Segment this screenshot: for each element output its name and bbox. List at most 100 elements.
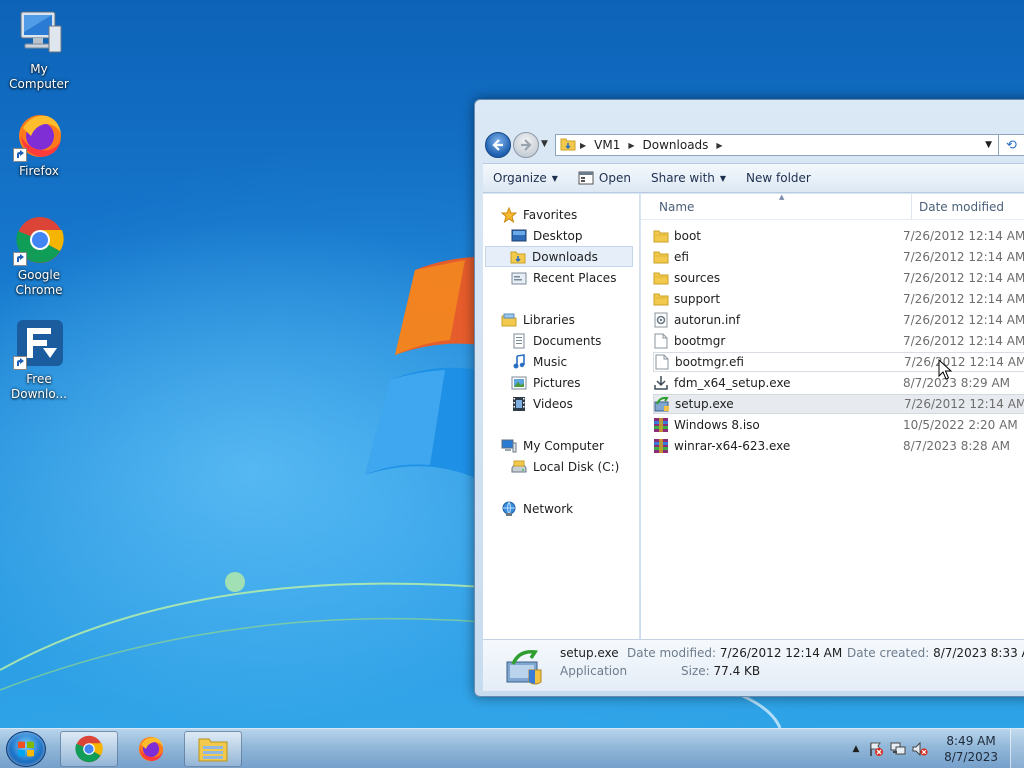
- file-row-fdm-x64-setup-exe[interactable]: fdm_x64_setup.exe 8/7/2023 8:29 AM: [653, 373, 1024, 393]
- system-tray: ▲ 8:49 AM 8/7/2023: [834, 729, 1024, 768]
- file-date: 7/26/2012 12:14 AM: [904, 397, 1024, 411]
- firefox-icon: [138, 736, 164, 762]
- desktop-icon-label: Google Chrome: [15, 268, 63, 297]
- folder-icon: [653, 249, 669, 265]
- breadcrumb-downloads[interactable]: Downloads: [639, 138, 713, 152]
- file-name: support: [674, 292, 721, 306]
- details-pane: setup.exe Application Date modified: 7/2…: [483, 639, 1024, 691]
- chevron-down-icon: ▼: [719, 173, 727, 183]
- chrome-icon: [75, 735, 103, 763]
- file-row-boot[interactable]: boot 7/26/2012 12:14 AM: [653, 226, 1024, 246]
- file-date: 7/26/2012 12:14 AM: [903, 229, 1024, 243]
- network-icon: [501, 501, 517, 517]
- shortcut-arrow-icon: [13, 148, 27, 162]
- nav-item-label: Libraries: [523, 312, 575, 327]
- nav-item-my-computer[interactable]: My Computer: [501, 435, 657, 456]
- nav-item-label: Local Disk (C:): [533, 459, 620, 474]
- nav-item-label: Downloads: [532, 249, 598, 264]
- file-date: 10/5/2022 2:20 AM: [903, 418, 1018, 432]
- file-icon: [653, 333, 669, 349]
- file-name: bootmgr: [674, 334, 726, 348]
- chevron-down-icon: ▼: [551, 173, 558, 183]
- setup-large-icon: [506, 650, 542, 685]
- refresh-icon: ⟲: [1006, 137, 1017, 153]
- nav-item-label: Network: [523, 501, 574, 516]
- organize-button[interactable]: Organize ▼: [483, 165, 568, 191]
- show-hidden-icons-button[interactable]: ▲: [848, 741, 864, 757]
- desktop-icon-label: Firefox: [19, 164, 59, 178]
- volume-muted-icon[interactable]: [912, 741, 928, 757]
- installer-icon: [653, 375, 669, 391]
- file-date: 7/26/2012 12:14 AM: [903, 313, 1024, 327]
- chrome-icon: [13, 214, 65, 266]
- desktop-icon-free-download-manager[interactable]: Free Downlo...: [1, 318, 77, 402]
- taskbar-clock[interactable]: 8:49 AM 8/7/2023: [944, 733, 998, 765]
- address-bar[interactable]: ▶ VM1 ▶ Downloads ▶ ▼: [555, 134, 999, 156]
- show-desktop-button[interactable]: [1010, 729, 1024, 768]
- file-row-autorun-inf[interactable]: autorun.inf 7/26/2012 12:14 AM: [653, 310, 1024, 330]
- taskbar: ▲ 8:49 AM 8/7/2023: [0, 728, 1024, 768]
- refresh-button[interactable]: ⟲: [999, 134, 1024, 156]
- file-row-winrar-x64-623-exe[interactable]: winrar-x64-623.exe 8/7/2023 8:28 AM: [653, 436, 1024, 456]
- file-row-sources[interactable]: sources 7/26/2012 12:14 AM: [653, 268, 1024, 288]
- file-row-windows-8-iso[interactable]: Windows 8.iso 10/5/2022 2:20 AM: [653, 415, 1024, 435]
- file-row-support[interactable]: support 7/26/2012 12:14 AM: [653, 289, 1024, 309]
- desktop-icon-my-computer[interactable]: My Computer: [1, 8, 77, 92]
- settings-file-icon: [653, 312, 669, 328]
- computer-icon: [13, 8, 65, 60]
- breadcrumb-separator-icon: ▶: [716, 140, 723, 150]
- network-status-icon[interactable]: [890, 741, 906, 757]
- shortcut-arrow-icon: [13, 252, 27, 266]
- file-name: winrar-x64-623.exe: [674, 439, 791, 453]
- back-button[interactable]: [485, 132, 511, 158]
- documents-icon: [511, 333, 527, 349]
- file-icon: [654, 354, 670, 370]
- star-icon: [501, 206, 517, 223]
- nav-item-label: Favorites: [523, 207, 578, 222]
- details-value: 7/26/2012 12:14 AM: [719, 646, 843, 660]
- file-row-bootmgr-efi[interactable]: bootmgr.efi 7/26/2012 12:14 AM: [653, 352, 1024, 372]
- details-file-name: setup.exe: [560, 646, 619, 660]
- free-download-manager-icon: [13, 318, 65, 370]
- column-header-name[interactable]: Name: [659, 200, 694, 214]
- nav-item-downloads[interactable]: Downloads: [485, 246, 633, 267]
- desktop-icon-firefox[interactable]: Firefox: [1, 110, 77, 179]
- open-button[interactable]: Open: [568, 165, 641, 191]
- action-center-flag-icon[interactable]: [868, 741, 884, 757]
- music-icon: [511, 353, 527, 370]
- share-with-button[interactable]: Share with ▼: [641, 165, 736, 191]
- taskbar-explorer-button[interactable]: [184, 731, 242, 767]
- window-icon: [578, 171, 594, 185]
- videos-icon: [511, 396, 527, 412]
- file-row-bootmgr[interactable]: bootmgr 7/26/2012 12:14 AM: [653, 331, 1024, 351]
- file-date: 8/7/2023 8:28 AM: [903, 439, 1011, 453]
- file-row-efi[interactable]: efi 7/26/2012 12:14 AM: [653, 247, 1024, 267]
- recent-pages-button[interactable]: ▼: [541, 139, 548, 149]
- file-name: autorun.inf: [674, 313, 741, 327]
- file-row-setup-exe[interactable]: setup.exe 7/26/2012 12:14 AM: [653, 394, 1024, 414]
- column-header-date-modified[interactable]: Date modified: [919, 200, 1004, 214]
- taskbar-firefox-button[interactable]: [122, 731, 180, 767]
- pictures-icon: [511, 375, 527, 391]
- details-size: Size: 77.4 KB: [681, 664, 760, 678]
- new-folder-label: New folder: [746, 171, 811, 185]
- desktop-icon-google-chrome[interactable]: Google Chrome: [1, 214, 77, 298]
- file-name: bootmgr.efi: [675, 355, 744, 369]
- navigation-bar: ▼ ▶ VM1 ▶ Downloads ▶ ▼ ⟲: [483, 131, 1024, 159]
- forward-button[interactable]: [513, 132, 539, 158]
- nav-item-libraries[interactable]: Libraries: [501, 309, 657, 330]
- details-file-type: Application: [560, 664, 628, 678]
- winrar-icon: [653, 417, 669, 433]
- explorer-window: ▼ ▶ VM1 ▶ Downloads ▶ ▼ ⟲ Organize ▼ Ope…: [474, 99, 1024, 697]
- new-folder-button[interactable]: New folder: [736, 165, 821, 191]
- breadcrumb-vm1[interactable]: VM1: [590, 138, 624, 152]
- column-divider[interactable]: [911, 194, 912, 220]
- taskbar-chrome-button[interactable]: [60, 731, 118, 767]
- start-button[interactable]: [6, 731, 46, 767]
- nav-item-favorites[interactable]: Favorites: [501, 204, 657, 225]
- nav-item-label: Desktop: [533, 228, 583, 243]
- nav-item-network[interactable]: Network: [501, 498, 657, 519]
- address-dropdown-icon[interactable]: ▼: [985, 140, 992, 150]
- downloads-folder-icon: [510, 249, 526, 265]
- details-label: Date created:: [847, 646, 930, 660]
